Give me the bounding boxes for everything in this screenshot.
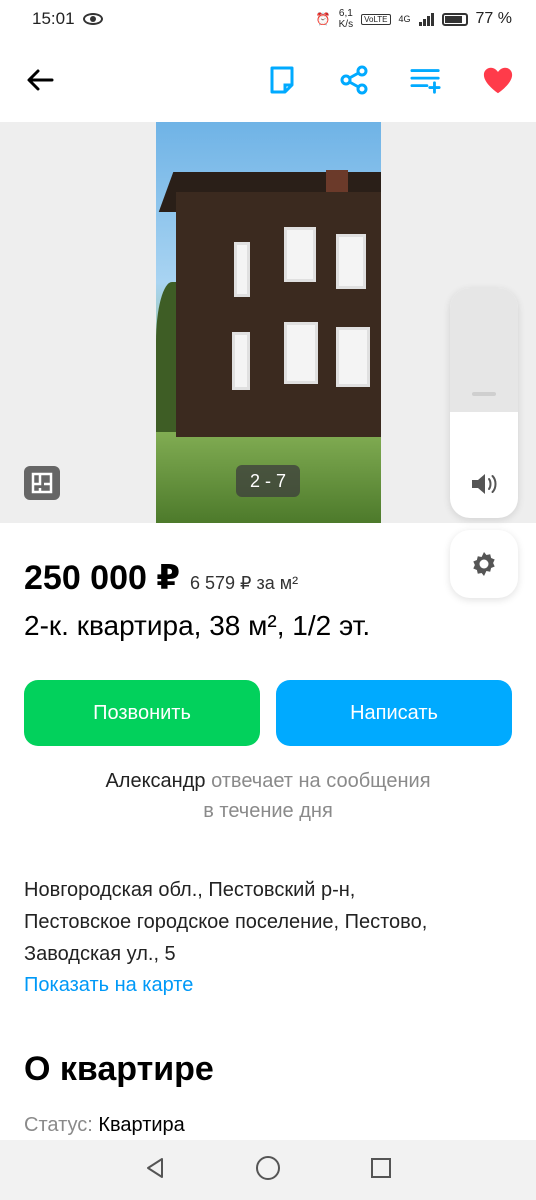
call-button[interactable]: Позвонить: [24, 680, 260, 746]
price: 250 000 ₽: [24, 559, 181, 597]
address-line: Новгородская обл., Пестовский р-н,: [24, 879, 356, 901]
floorplan-button[interactable]: [24, 466, 60, 500]
nav-back-icon[interactable]: [144, 1156, 166, 1185]
eye-icon: [82, 13, 103, 25]
photo-counter: 2 - 7: [236, 465, 300, 497]
write-button[interactable]: Написать: [276, 680, 512, 746]
nav-recents-icon[interactable]: [370, 1157, 392, 1184]
floorplan-icon: [31, 472, 53, 494]
status-bar: 15:01 ⏰ 6,1 K/s VoLTE 4G 77 %: [0, 0, 536, 38]
speaker-icon[interactable]: [468, 468, 500, 500]
photo-window: [284, 322, 318, 384]
seller-reply-info: Александр отвечает на сообщения в течени…: [0, 766, 536, 826]
nav-home-icon[interactable]: [255, 1155, 281, 1186]
share-icon[interactable]: [338, 64, 370, 96]
network-speed: 6,1 K/s: [339, 8, 353, 30]
network-type: 4G: [398, 14, 411, 24]
param-value: Квартира: [98, 1114, 185, 1136]
toolbar-actions: [266, 64, 514, 96]
status-icons: ⏰ 6,1 K/s VoLTE 4G 77 %: [316, 8, 512, 30]
status-param: Статус: Квартира: [24, 1114, 185, 1137]
price-per-meter: 6 579 ₽ за м²: [190, 573, 299, 593]
show-on-map-link[interactable]: Показать на карте: [24, 974, 193, 997]
top-toolbar: [0, 38, 536, 122]
back-arrow-icon[interactable]: [22, 62, 58, 98]
compare-icon[interactable]: [410, 64, 442, 96]
reply-time: в течение дня: [203, 800, 333, 822]
battery-percent: 77 %: [475, 10, 512, 27]
note-icon[interactable]: [266, 64, 298, 96]
system-nav-bar: [0, 1140, 536, 1200]
listing-photo[interactable]: [156, 122, 381, 523]
signal-icon: [418, 12, 434, 26]
address: Новгородская обл., Пестовский р-н, Песто…: [24, 874, 514, 970]
photo-house: [176, 192, 381, 437]
photo-window: [234, 242, 250, 297]
heart-icon[interactable]: [482, 64, 514, 96]
param-key: Статус:: [24, 1114, 93, 1136]
battery-icon: [441, 12, 468, 26]
volume-handle[interactable]: [472, 392, 496, 396]
listing-title: 2-к. квартира, 38 м², 1/2 эт.: [24, 610, 371, 641]
speed-value: 6,1: [338, 8, 353, 19]
sound-settings-button[interactable]: [450, 530, 518, 598]
photo-window: [284, 227, 316, 282]
address-line: Заводская ул., 5: [24, 943, 176, 965]
reply-text: отвечает на сообщения: [205, 770, 431, 792]
section-title: О квартире: [24, 1050, 214, 1088]
volte-badge: VoLTE: [361, 13, 391, 25]
status-time: 15:01: [32, 9, 75, 28]
price-row: 250 000 ₽ 6 579 ₽ за м²: [24, 558, 298, 598]
photo-window: [336, 327, 370, 387]
photo-window: [336, 234, 366, 289]
gear-icon: [473, 552, 495, 576]
alarm-icon: ⏰: [315, 12, 331, 26]
seller-name[interactable]: Александр: [105, 770, 205, 792]
speed-unit: K/s: [338, 19, 354, 30]
photo-window: [232, 332, 250, 390]
address-line: Пестовское городское поселение, Пестово,: [24, 911, 428, 933]
volume-slider[interactable]: [450, 288, 518, 518]
